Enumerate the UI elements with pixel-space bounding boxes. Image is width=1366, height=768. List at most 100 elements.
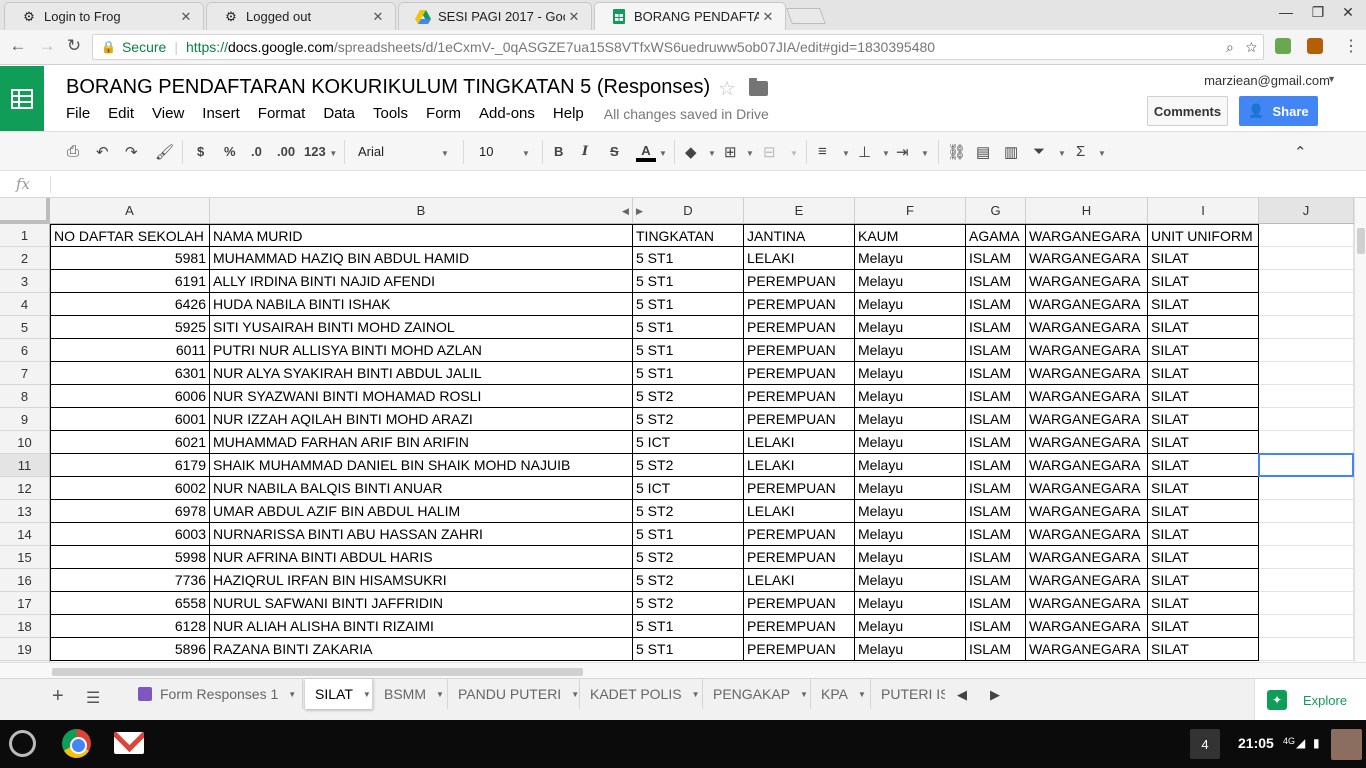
row-header[interactable]: 9 [0, 408, 50, 431]
table-cell[interactable]: WARGANEGARA [1026, 339, 1148, 362]
network-label[interactable]: 4G [1283, 736, 1295, 746]
table-cell[interactable]: 6128 [50, 615, 210, 638]
table-cell[interactable]: PEREMPUAN [744, 523, 855, 546]
chevron-down-icon[interactable]: ▼ [288, 690, 296, 699]
table-cell[interactable]: WARGANEGARA [1026, 408, 1148, 431]
table-cell[interactable]: 5 ST1 [633, 339, 744, 362]
table-cell[interactable]: 6179 [50, 454, 210, 477]
back-icon[interactable]: ← [7, 36, 29, 56]
header-cell[interactable]: JANTINA [744, 224, 855, 247]
column-header-i[interactable]: I [1148, 198, 1259, 224]
folder-icon[interactable] [749, 78, 768, 96]
table-cell[interactable] [1259, 638, 1354, 661]
document-title[interactable]: BORANG PENDAFTARAN KOKURIKULUM TINGKATAN… [66, 76, 710, 99]
add-sheet-icon[interactable]: + [52, 685, 64, 708]
comments-button[interactable]: Comments [1147, 96, 1228, 126]
scrollbar-thumb[interactable] [1357, 228, 1365, 254]
table-cell[interactable]: Melayu [855, 592, 966, 615]
more-formats-button[interactable]: 123 ▼ [304, 144, 337, 159]
table-cell[interactable]: ISLAM [966, 362, 1026, 385]
table-cell[interactable]: WARGANEGARA [1026, 592, 1148, 615]
table-cell[interactable]: 5 ST1 [633, 362, 744, 385]
strikethrough-button[interactable]: S [610, 144, 619, 159]
chevron-down-icon[interactable]: ▼ [858, 690, 866, 699]
table-cell[interactable]: WARGANEGARA [1026, 615, 1148, 638]
table-cell[interactable]: MUHAMMAD FARHAN ARIF BIN ARIFIN [210, 431, 633, 454]
table-cell[interactable]: SILAT [1148, 523, 1259, 546]
chevron-down-icon[interactable]: ▼ [436, 690, 444, 699]
table-cell[interactable]: SILAT [1148, 500, 1259, 523]
browser-tab-login-to-frog[interactable]: ⚙ Login to Frog ✕ [4, 2, 204, 30]
close-window-icon[interactable]: ✕ [1338, 4, 1358, 21]
chevron-down-icon[interactable]: ▼ [1058, 144, 1066, 159]
table-cell[interactable]: WARGANEGARA [1026, 638, 1148, 661]
table-cell[interactable]: ISLAM [966, 592, 1026, 615]
table-cell[interactable]: 7736 [50, 569, 210, 592]
redo-icon[interactable]: ↷ [125, 143, 138, 161]
table-cell[interactable]: 5 ICT [633, 431, 744, 454]
hidden-column-left-arrow[interactable]: ◀ [622, 206, 629, 217]
table-cell[interactable]: MUHAMMAD HAZIQ BIN ABDUL HAMID [210, 247, 633, 270]
table-cell[interactable]: 6006 [50, 385, 210, 408]
table-cell[interactable]: PEREMPUAN [744, 270, 855, 293]
table-cell[interactable]: PEREMPUAN [744, 592, 855, 615]
row-header[interactable]: 3 [0, 270, 50, 293]
new-tab-button[interactable] [786, 8, 826, 24]
select-all-corner[interactable] [0, 198, 50, 224]
chevron-down-icon[interactable]: ▼ [708, 144, 716, 159]
menu-data[interactable]: Data [323, 105, 355, 125]
table-cell[interactable]: NUR SYAZWANI BINTI MOHAMAD ROSLI [210, 385, 633, 408]
table-cell[interactable]: PEREMPUAN [744, 477, 855, 500]
sheet-tab-kadet-polis[interactable]: KADET POLIS ▼ [580, 679, 703, 709]
functions-button[interactable]: Σ [1076, 143, 1085, 160]
chevron-down-icon[interactable]: ▼ [790, 144, 798, 159]
browser-tab-sesi-pagi[interactable]: SESI PAGI 2017 - Google ✕ [398, 2, 592, 30]
table-cell[interactable]: LELAKI [744, 454, 855, 477]
table-cell[interactable]: ISLAM [966, 316, 1026, 339]
row-header[interactable]: 4 [0, 293, 50, 316]
table-cell[interactable]: PEREMPUAN [744, 546, 855, 569]
table-cell[interactable]: PEREMPUAN [744, 293, 855, 316]
sheet-tab-pandu-puteri[interactable]: PANDU PUTERI ▼ [448, 679, 580, 709]
address-bar[interactable]: 🔒 Secure | https:// docs.google.com /spr… [92, 34, 1264, 60]
share-button[interactable]: 👤 Share [1239, 96, 1318, 126]
menu-view[interactable]: View [152, 105, 184, 125]
table-cell[interactable]: Melayu [855, 270, 966, 293]
account-email[interactable]: marziean@gmail.com [1204, 73, 1330, 88]
table-cell[interactable]: 5 ST1 [633, 270, 744, 293]
table-cell[interactable] [1259, 523, 1354, 546]
table-cell[interactable]: 6191 [50, 270, 210, 293]
row-header[interactable]: 13 [0, 500, 50, 523]
table-cell[interactable]: 5 ST2 [633, 592, 744, 615]
table-cell[interactable] [1259, 247, 1354, 270]
print-icon[interactable]: ⎙ [67, 143, 79, 160]
table-cell[interactable]: Melayu [855, 293, 966, 316]
chevron-down-icon[interactable]: ▼ [659, 144, 667, 159]
row-header[interactable]: 14 [0, 523, 50, 546]
hidden-column-right-arrow[interactable]: ▶ [636, 206, 643, 217]
table-cell[interactable]: 6558 [50, 592, 210, 615]
table-cell[interactable]: SILAT [1148, 569, 1259, 592]
table-cell[interactable]: SITI YUSAIRAH BINTI MOHD ZAINOL [210, 316, 633, 339]
row-header[interactable]: 2 [0, 247, 50, 270]
table-cell[interactable]: PEREMPUAN [744, 615, 855, 638]
text-color-button[interactable]: A [636, 144, 656, 162]
table-cell[interactable]: ISLAM [966, 339, 1026, 362]
table-cell[interactable]: 5 ST2 [633, 408, 744, 431]
close-tab-icon[interactable]: ✕ [759, 9, 777, 25]
table-cell[interactable]: PUTRI NUR ALLISYA BINTI MOHD AZLAN [210, 339, 633, 362]
table-cell[interactable]: LELAKI [744, 569, 855, 592]
table-cell[interactable]: ISLAM [966, 615, 1026, 638]
table-cell[interactable]: Melayu [855, 247, 966, 270]
table-cell[interactable] [1259, 615, 1354, 638]
explore-button[interactable]: ✦ Explore [1254, 679, 1366, 721]
table-cell[interactable]: 5 ST1 [633, 316, 744, 339]
table-cell[interactable]: 6978 [50, 500, 210, 523]
table-cell[interactable] [1259, 500, 1354, 523]
header-cell[interactable] [1259, 224, 1354, 247]
table-cell[interactable]: ISLAM [966, 385, 1026, 408]
column-header-d[interactable]: D [633, 198, 744, 224]
chevron-down-icon[interactable]: ▼ [363, 690, 371, 699]
table-cell[interactable]: ISLAM [966, 569, 1026, 592]
table-cell[interactable]: 5 ST1 [633, 293, 744, 316]
